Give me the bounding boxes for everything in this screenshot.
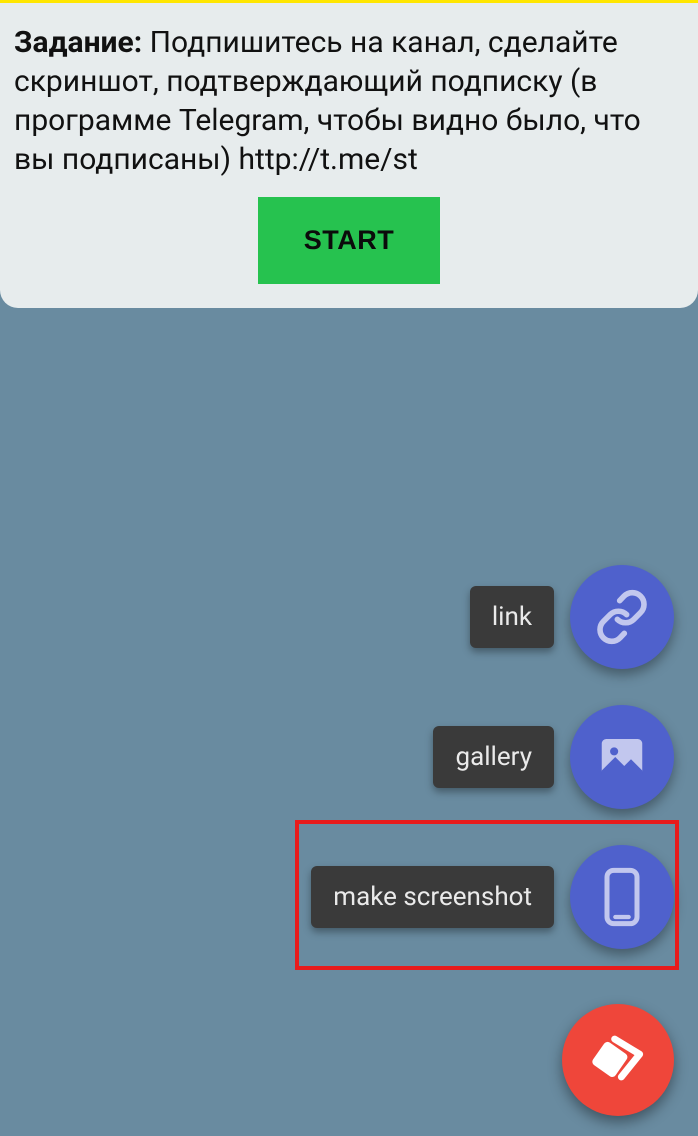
fab-gallery-button[interactable] <box>570 705 674 809</box>
link-icon <box>594 589 650 645</box>
task-card: Задание: Подпишитесь на канал, сделайте … <box>0 3 698 308</box>
image-icon <box>595 730 649 784</box>
fab-row-link: link <box>470 565 674 669</box>
send-icon <box>585 1025 651 1095</box>
fab-row-screenshot: make screenshot <box>311 845 674 949</box>
start-button[interactable]: START <box>258 197 441 284</box>
phone-icon <box>597 867 647 927</box>
fab-link-button[interactable] <box>570 565 674 669</box>
fab-screenshot-button[interactable] <box>570 845 674 949</box>
fab-label-screenshot: make screenshot <box>311 866 554 928</box>
task-description: Задание: Подпишитесь на канал, сделайте … <box>14 23 684 179</box>
main-fab-button[interactable] <box>562 1004 674 1116</box>
task-label: Задание: <box>14 25 142 60</box>
fab-label-gallery: gallery <box>433 726 554 788</box>
start-button-row: START <box>14 197 684 284</box>
fab-label-link: link <box>470 586 554 648</box>
fab-row-gallery: gallery <box>433 705 674 809</box>
fab-menu: link gallery make screenshot <box>311 565 674 949</box>
